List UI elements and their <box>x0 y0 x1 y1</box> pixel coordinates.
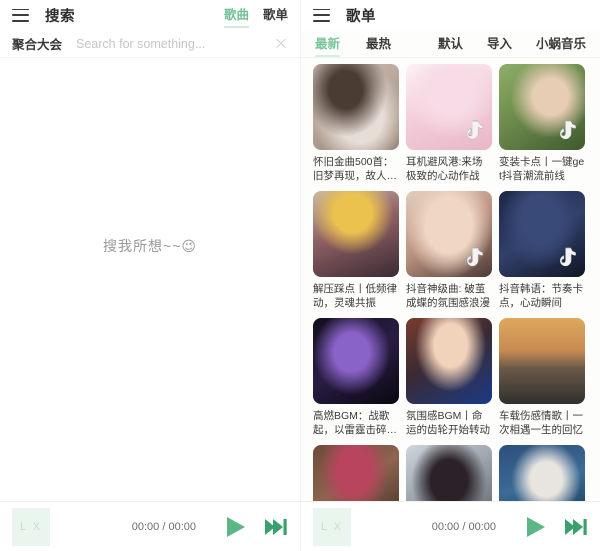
search-input[interactable] <box>76 36 274 51</box>
page-title: 歌单 <box>346 8 376 25</box>
playlist-title: 怀旧金曲500首：旧梦再现，故人已去 <box>313 156 397 182</box>
playlist-title: 抖音韩语：节奏卡点，心动瞬间 <box>499 283 583 309</box>
empty-state-text: 搜我所想~~😉 <box>103 237 197 254</box>
playlist-cover[interactable] <box>313 318 399 404</box>
playlist-card[interactable]: 车载伤感情歌丨一次相遇一生的回忆 <box>499 318 585 437</box>
page-title: 搜索 <box>45 8 75 25</box>
right-player-bar: L X 00:00 / 00:00 <box>301 501 600 551</box>
playlist-grid: 怀旧金曲500首：旧梦再现，故人已去耳机避风港:来场极致的心动作战变装卡点丨一键… <box>313 64 588 501</box>
playlist-card[interactable]: 变装卡点丨一键get抖音潮流前线 <box>499 64 585 183</box>
tab-playlists[interactable]: 歌单 <box>263 4 288 27</box>
tab-default[interactable]: 默认 <box>438 33 463 55</box>
playlist-cover[interactable] <box>313 445 399 501</box>
tab-xiaowo-music[interactable]: 小蜗音乐 <box>536 33 586 55</box>
hamburger-icon[interactable] <box>12 8 29 22</box>
next-track-icon[interactable] <box>264 516 288 538</box>
playlist-card[interactable]: 氛围感BGM丨命运的齿轮开始转动 <box>406 318 492 437</box>
search-source-label[interactable]: 聚合大会 <box>12 34 62 53</box>
album-art-placeholder: L X <box>12 507 50 546</box>
next-track-icon[interactable] <box>564 516 588 538</box>
playlist-card[interactable] <box>499 445 585 501</box>
playlist-cover[interactable] <box>406 318 492 404</box>
playlist-cover[interactable] <box>406 191 492 277</box>
tiktok-icon <box>467 120 483 140</box>
hamburger-icon[interactable] <box>313 8 330 22</box>
left-topbar: 搜索 歌曲 歌单 <box>0 0 300 30</box>
tiktok-icon <box>560 247 576 267</box>
right-panel-playlists: 歌单 最新 最热 默认 导入 小蜗音乐 怀旧金曲500首：旧梦再现，故人已去耳机… <box>300 0 600 551</box>
playlist-title: 变装卡点丨一键get抖音潮流前线 <box>499 156 585 182</box>
right-tab-group: 最新 最热 默认 导入 小蜗音乐 <box>301 30 600 58</box>
left-player-bar: L X 00:00 / 00:00 <box>0 501 300 551</box>
playlist-card[interactable] <box>406 445 492 501</box>
playlist-card[interactable]: 抖音神级曲: 破茧成蝶的氛围感浪漫 <box>406 191 492 310</box>
left-results-area: 搜我所想~~😉 <box>0 58 300 501</box>
playlist-cover[interactable] <box>499 445 585 501</box>
playlist-title: 耳机避风港:来场极致的心动作战 <box>406 156 483 182</box>
playlist-card[interactable]: 高燃BGM：战歌起，以雷霆击碎黑... <box>313 318 399 437</box>
playlist-card[interactable] <box>313 445 399 501</box>
playlist-card[interactable]: 抖音韩语：节奏卡点，心动瞬间 <box>499 191 585 310</box>
playback-controls <box>222 514 288 540</box>
playlist-title: 高燃BGM：战歌起，以雷霆击碎黑... <box>313 410 390 436</box>
playlist-title: 车载伤感情歌丨一次相遇一生的回忆 <box>499 410 583 436</box>
left-tab-group: 歌曲 歌单 <box>223 4 288 28</box>
search-bar: 聚合大会 <box>0 30 300 58</box>
play-icon[interactable] <box>522 514 548 540</box>
tab-import[interactable]: 导入 <box>487 33 512 55</box>
left-panel-search: 搜索 歌曲 歌单 聚合大会 搜我所想~~😉 L X 00:00 / 00:00 <box>0 0 300 551</box>
close-icon[interactable] <box>274 37 288 51</box>
playlist-cover[interactable] <box>313 191 399 277</box>
playlist-cover[interactable] <box>499 64 585 150</box>
album-art-placeholder: L X <box>313 507 351 546</box>
playlist-title: 氛围感BGM丨命运的齿轮开始转动 <box>406 410 490 436</box>
playlist-cover[interactable] <box>406 445 492 501</box>
playlist-card[interactable]: 解压踩点丨低频律动，灵魂共振 <box>313 191 399 310</box>
playlist-card[interactable]: 怀旧金曲500首：旧梦再现，故人已去 <box>313 64 399 183</box>
tab-songs[interactable]: 歌曲 <box>223 4 249 28</box>
playlist-grid-scroll[interactable]: 怀旧金曲500首：旧梦再现，故人已去耳机避风港:来场极致的心动作战变装卡点丨一键… <box>301 58 600 501</box>
playback-time: 00:00 / 00:00 <box>431 520 496 533</box>
right-topbar: 歌单 <box>301 0 600 30</box>
playlist-cover[interactable] <box>499 318 585 404</box>
playlist-title: 解压踩点丨低频律动，灵魂共振 <box>313 283 397 309</box>
tiktok-icon <box>467 247 483 267</box>
playback-controls <box>522 514 588 540</box>
tab-newest[interactable]: 最新 <box>315 33 341 57</box>
playlist-cover[interactable] <box>499 191 585 277</box>
playback-time: 00:00 / 00:00 <box>131 520 196 533</box>
playlist-title: 抖音神级曲: 破茧成蝶的氛围感浪漫 <box>406 283 490 309</box>
playlist-card[interactable]: 耳机避风港:来场极致的心动作战 <box>406 64 492 183</box>
play-icon[interactable] <box>222 514 248 540</box>
playlist-cover[interactable] <box>406 64 492 150</box>
tab-hottest[interactable]: 最热 <box>366 33 391 55</box>
playlist-cover[interactable] <box>313 64 399 150</box>
tiktok-icon <box>560 120 576 140</box>
app-window: 搜索 歌曲 歌单 聚合大会 搜我所想~~😉 L X 00:00 / 00:00 <box>0 0 600 551</box>
